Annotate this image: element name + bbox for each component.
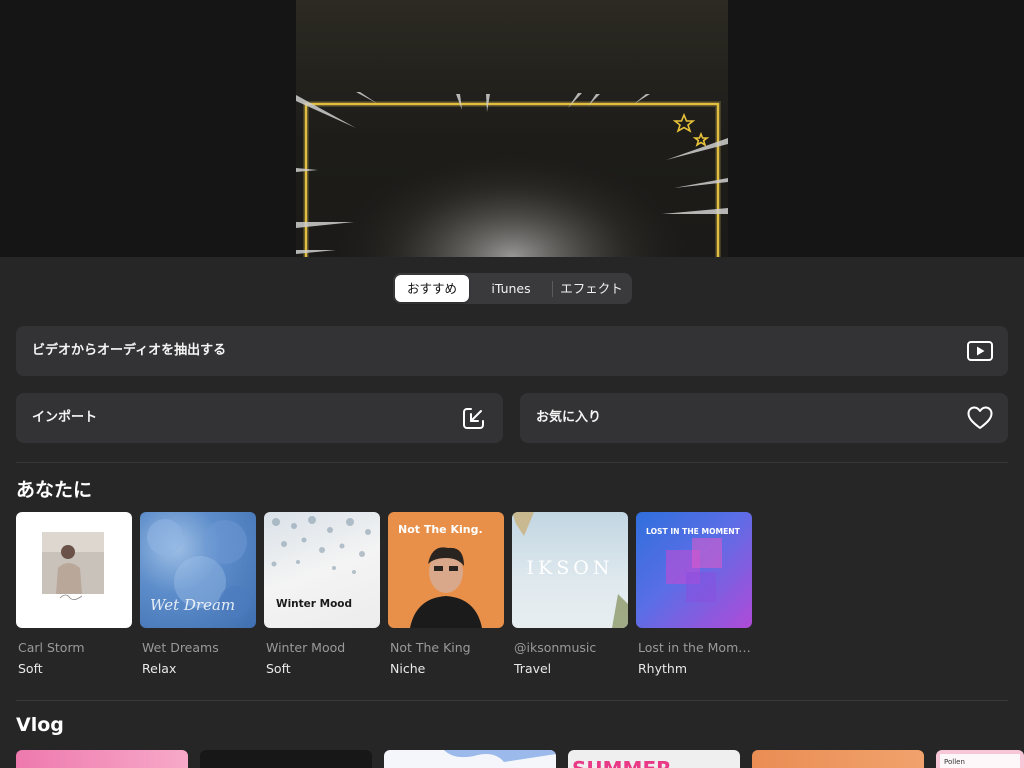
- album-cover: [16, 512, 132, 628]
- section-divider: [16, 462, 1008, 463]
- music-card[interactable]: LOST IN THE MOMENT Lost in the Mom… Rhyt…: [636, 512, 752, 676]
- cover-text: SUMMER: [572, 757, 672, 768]
- album-cover: Winter Mood: [264, 512, 380, 628]
- audio-source-segmented-control: おすすめ iTunes エフェクト: [393, 273, 632, 304]
- for-you-section-title: あなたに: [16, 479, 93, 501]
- music-card[interactable]: Wet Dream Wet Dreams Relax: [140, 512, 256, 676]
- import-label: インポート: [32, 410, 98, 425]
- track-category: Niche: [390, 661, 426, 676]
- cover-text: Winter Mood: [276, 598, 352, 610]
- favorites-label: お気に入り: [536, 410, 602, 425]
- video-preview-area: [0, 0, 1024, 257]
- album-cover: Wet Dream: [140, 512, 256, 628]
- video-preview-canvas[interactable]: [296, 0, 728, 257]
- vlog-cover[interactable]: [384, 750, 556, 768]
- audio-browser-panel: おすすめ iTunes エフェクト ビデオからオーディオを抽出する インポート …: [0, 257, 1024, 768]
- import-button[interactable]: インポート: [16, 393, 503, 443]
- heart-icon: [967, 406, 993, 429]
- album-cover: Not The King.: [388, 512, 504, 628]
- track-category: Rhythm: [638, 661, 688, 676]
- album-cover: IKSON: [512, 512, 628, 628]
- track-title: Carl Storm: [18, 640, 85, 655]
- cover-text: IKSON: [527, 557, 614, 579]
- track-title: Wet Dreams: [142, 640, 219, 655]
- music-card[interactable]: Winter Mood Winter Mood Soft: [264, 512, 380, 676]
- vlog-section-title: Vlog: [16, 714, 64, 736]
- favorites-button[interactable]: お気に入り: [520, 393, 1008, 443]
- track-category: Relax: [142, 661, 177, 676]
- track-category: Soft: [18, 661, 43, 676]
- music-card[interactable]: IKSON @iksonmusic Travel: [512, 512, 628, 676]
- cover-text: Not The King.: [398, 523, 483, 536]
- track-title: Not The King: [390, 640, 471, 655]
- section-divider: [16, 700, 1008, 701]
- vlog-cover[interactable]: [200, 750, 372, 768]
- track-category: Soft: [266, 661, 291, 676]
- tab-recommended[interactable]: おすすめ: [395, 275, 469, 302]
- extract-audio-label: ビデオからオーディオを抽出する: [32, 343, 227, 358]
- vlog-cover[interactable]: SUMMER: [568, 750, 740, 768]
- extract-audio-button[interactable]: ビデオからオーディオを抽出する: [16, 326, 1008, 376]
- tab-itunes[interactable]: iTunes: [473, 275, 549, 302]
- tab-effects[interactable]: エフェクト: [553, 275, 630, 302]
- vlog-cover[interactable]: [752, 750, 924, 768]
- vlog-cover[interactable]: [16, 750, 188, 768]
- track-title: @iksonmusic: [514, 640, 597, 655]
- vlog-cover[interactable]: Pollen: [936, 750, 1024, 768]
- play-box-icon: [967, 341, 993, 361]
- cover-text: LOST IN THE MOMENT: [646, 527, 741, 536]
- track-title: Winter Mood: [266, 640, 346, 655]
- music-card[interactable]: Carl Storm Soft: [16, 512, 132, 676]
- cover-text: Wet Dream: [150, 596, 235, 614]
- track-title: Lost in the Mom…: [638, 640, 751, 655]
- album-cover: LOST IN THE MOMENT: [636, 512, 752, 628]
- video-frame-graphic: [296, 0, 728, 257]
- import-arrow-icon: [463, 408, 484, 429]
- music-card[interactable]: Not The King. Not The King Niche: [388, 512, 504, 676]
- cover-text: Pollen: [944, 758, 965, 766]
- track-category: Travel: [514, 661, 552, 676]
